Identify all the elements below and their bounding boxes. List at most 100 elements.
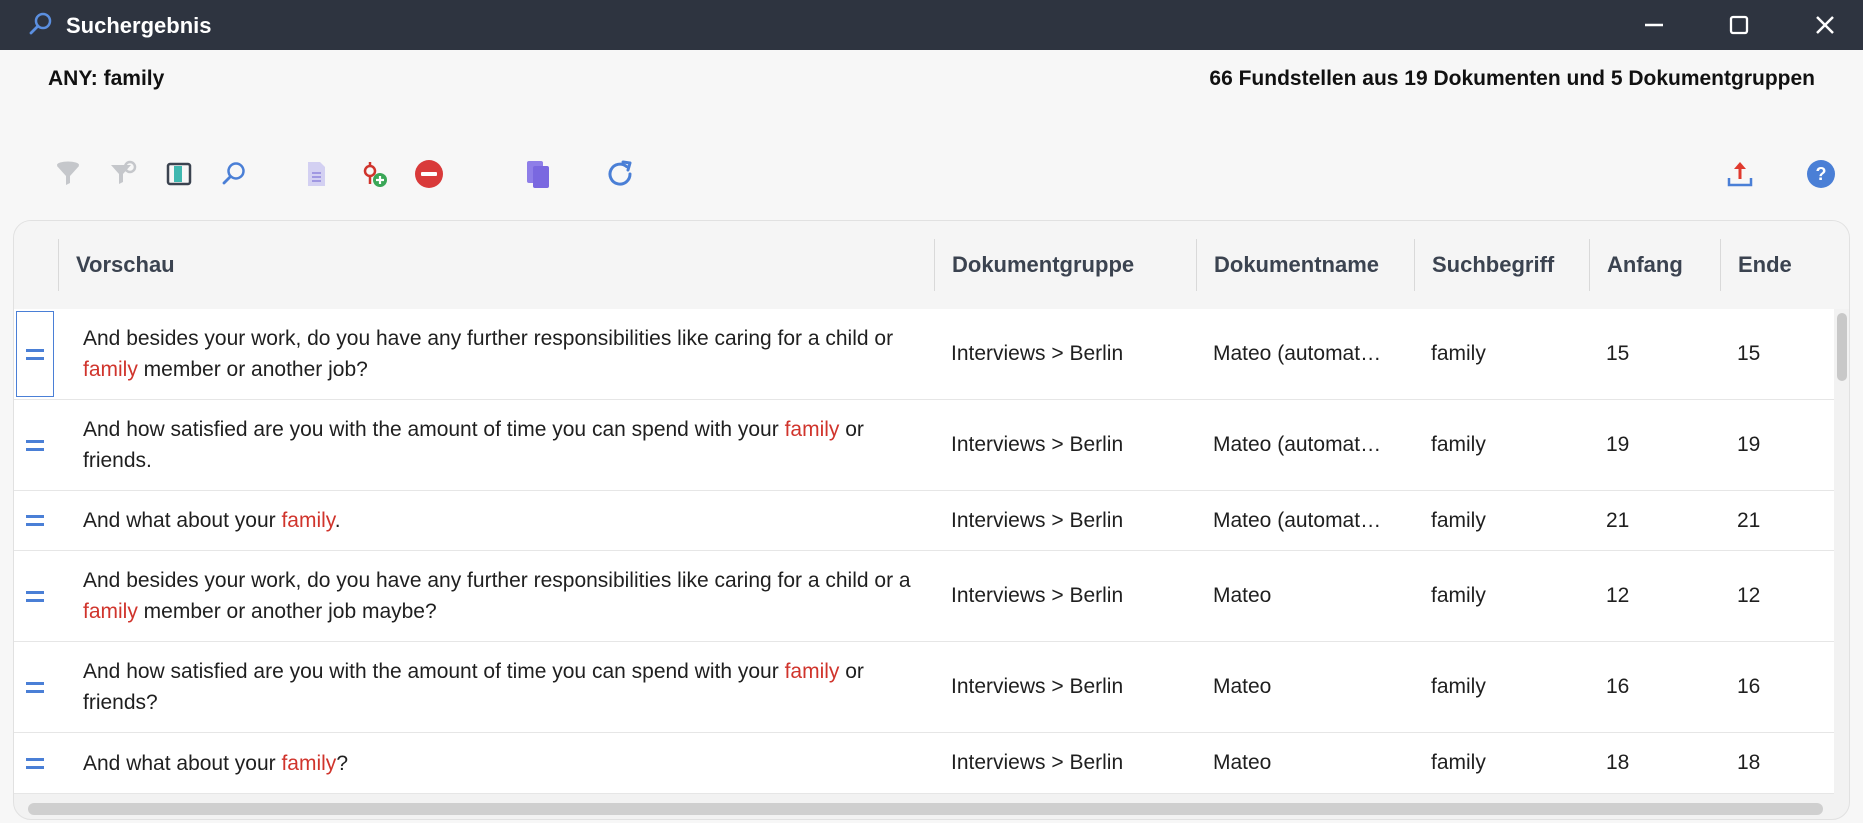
- close-icon: [1816, 16, 1834, 34]
- search-hit: family: [784, 418, 840, 441]
- document-list-button[interactable]: [296, 154, 336, 194]
- result-summary: 66 Fundstellen aus 19 Dokumenten und 5 D…: [1209, 67, 1815, 90]
- search-hit: family: [784, 660, 840, 683]
- search-hit: family: [83, 600, 138, 623]
- end-cell: 16: [1737, 675, 1761, 698]
- remove-button[interactable]: [409, 154, 449, 194]
- table-row[interactable]: And what about your family? Interviews >…: [14, 733, 1834, 794]
- row-handle-icon[interactable]: [16, 311, 54, 397]
- document-name-cell: Mateo: [1213, 584, 1272, 607]
- copy-button[interactable]: [518, 154, 558, 194]
- refresh-icon: [608, 160, 632, 186]
- add-code-button[interactable]: [354, 154, 394, 194]
- vertical-scrollbar[interactable]: [1835, 309, 1849, 794]
- table-row[interactable]: And besides your work, do you have any f…: [14, 309, 1834, 400]
- search-term-cell: family: [1431, 751, 1486, 774]
- minimize-icon: [1645, 23, 1663, 27]
- column-header-start[interactable]: Anfang: [1589, 221, 1720, 309]
- help-icon: ?: [1807, 160, 1835, 188]
- end-cell: 15: [1737, 342, 1761, 365]
- filter-settings-icon: [111, 160, 137, 184]
- filter-icon: [57, 161, 79, 185]
- document-name-cell: Mateo: [1213, 751, 1272, 774]
- start-cell: 18: [1606, 751, 1630, 774]
- start-cell: 15: [1606, 342, 1630, 365]
- end-cell: 12: [1737, 584, 1761, 607]
- maximize-button[interactable]: [1699, 0, 1779, 50]
- table-row[interactable]: And what about your family. Interviews >…: [14, 491, 1834, 551]
- document-group-cell: Interviews > Berlin: [951, 584, 1124, 607]
- search-hit: family: [281, 751, 337, 775]
- help-button[interactable]: ?: [1801, 154, 1841, 194]
- document-name-cell: Mateo (automat…: [1213, 433, 1382, 456]
- row-handle-icon[interactable]: [16, 733, 54, 793]
- document-group-cell: Interviews > Berlin: [951, 508, 1124, 532]
- horizontal-scrollbar[interactable]: [28, 803, 1823, 815]
- document-group-cell: Interviews > Berlin: [951, 342, 1124, 365]
- filter-button[interactable]: [48, 154, 88, 194]
- start-cell: 21: [1606, 508, 1630, 532]
- add-code-icon: [363, 162, 387, 187]
- search-term-cell: family: [1431, 584, 1486, 607]
- search-query: ANY: family: [48, 67, 165, 90]
- preview-cell: And what about your family?: [83, 751, 348, 775]
- column-header-preview[interactable]: Vorschau: [58, 221, 755, 309]
- table-row[interactable]: And besides your work, do you have any f…: [14, 551, 1834, 642]
- document-name-cell: Mateo: [1213, 675, 1272, 698]
- window-title: Suchergebnis: [66, 13, 212, 38]
- start-cell: 19: [1606, 433, 1630, 456]
- vertical-scroll-thumb[interactable]: [1837, 313, 1847, 381]
- end-cell: 19: [1737, 433, 1761, 456]
- filter-settings-button[interactable]: [103, 154, 143, 194]
- close-button[interactable]: [1785, 0, 1863, 50]
- table-row[interactable]: And how satisfied are you with the amoun…: [14, 642, 1834, 733]
- row-handle-icon[interactable]: [16, 642, 54, 732]
- search-hit: family: [83, 358, 138, 381]
- search-button[interactable]: [214, 154, 254, 194]
- search-term-cell: family: [1431, 675, 1486, 698]
- row-handle-icon[interactable]: [16, 551, 54, 641]
- document-list-icon: [308, 162, 325, 186]
- refresh-button[interactable]: [600, 154, 640, 194]
- document-group-cell: Interviews > Berlin: [951, 675, 1124, 698]
- column-header-document-group[interactable]: Dokumentgruppe: [934, 221, 1196, 309]
- svg-text:?: ?: [1816, 164, 1827, 184]
- export-icon: [1727, 162, 1753, 187]
- table-header: Vorschau Dokumentgruppe Dokumentname Suc…: [14, 221, 1849, 309]
- column-header-document-name[interactable]: Dokumentname: [1196, 221, 1414, 309]
- columns-icon: [166, 162, 192, 186]
- document-group-cell: Interviews > Berlin: [951, 751, 1124, 774]
- copy-icon: [527, 161, 549, 188]
- search-term-cell: family: [1431, 433, 1486, 456]
- row-handle-icon[interactable]: [16, 491, 54, 550]
- end-cell: 18: [1737, 751, 1761, 774]
- preview-cell: And besides your work, do you have any f…: [83, 327, 894, 381]
- search-icon: [29, 12, 52, 35]
- end-cell: 21: [1737, 508, 1761, 532]
- maximize-icon: [1729, 15, 1749, 35]
- search-term-cell: family: [1431, 508, 1486, 532]
- table-body: And besides your work, do you have any f…: [14, 309, 1834, 794]
- column-header-end[interactable]: Ende: [1720, 221, 1835, 309]
- start-cell: 12: [1606, 584, 1630, 607]
- start-cell: 16: [1606, 675, 1630, 698]
- preview-cell: And how satisfied are you with the amoun…: [83, 660, 864, 714]
- document-group-cell: Interviews > Berlin: [951, 433, 1124, 456]
- minimize-button[interactable]: [1614, 0, 1694, 50]
- preview-cell: And besides your work, do you have any f…: [83, 569, 911, 623]
- search-hit: family: [281, 509, 335, 532]
- export-button[interactable]: [1720, 154, 1760, 194]
- columns-button[interactable]: [159, 154, 199, 194]
- search-term-cell: family: [1431, 342, 1486, 365]
- document-name-cell: Mateo (automat…: [1213, 342, 1382, 365]
- table-row[interactable]: And how satisfied are you with the amoun…: [14, 400, 1834, 491]
- row-handle-icon[interactable]: [16, 400, 54, 490]
- column-header-search-term[interactable]: Suchbegriff: [1414, 221, 1589, 309]
- document-name-cell: Mateo (automat…: [1213, 508, 1382, 532]
- preview-cell: And what about your family.: [83, 509, 341, 532]
- search-icon: [222, 162, 245, 185]
- title-bar: Suchergebnis: [0, 0, 1863, 50]
- results-table: Vorschau Dokumentgruppe Dokumentname Suc…: [13, 220, 1850, 820]
- remove-icon: [415, 160, 443, 188]
- preview-cell: And how satisfied are you with the amoun…: [83, 418, 864, 472]
